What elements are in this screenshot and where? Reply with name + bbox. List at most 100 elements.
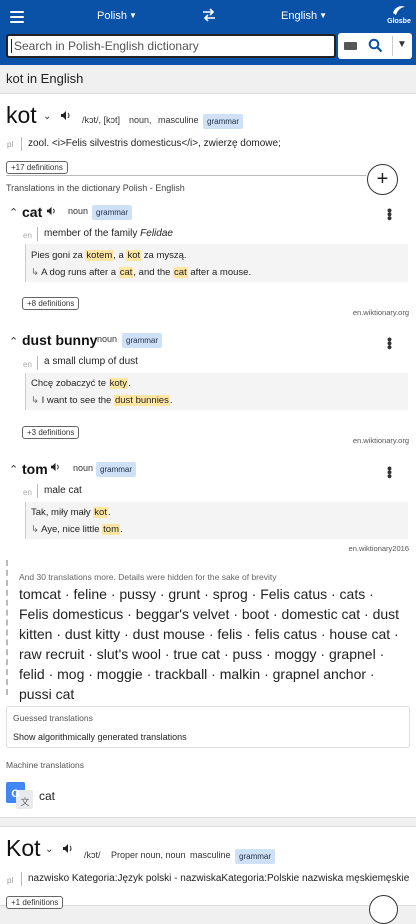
chevron-down-icon: ▼: [319, 11, 327, 20]
example-source-sentence: Pies goni za kotem, a kot za myszą.: [31, 250, 187, 261]
second-entry-card: Kot ⌄ /kɔt/ Proper noun, noun masculine …: [0, 826, 416, 924]
more-definitions-button[interactable]: +17 definitions: [6, 161, 68, 174]
example-translated-sentence: ↳ I want to see the dust bunnies.: [31, 395, 173, 406]
chevron-up-icon[interactable]: ⌃: [9, 463, 18, 476]
entry-definition: nazwisko Kategoria:Język polski - nazwis…: [28, 873, 410, 884]
translation-word[interactable]: cat: [22, 204, 42, 220]
reply-arrow-icon: ↳: [31, 524, 42, 535]
svg-text:文: 文: [20, 796, 29, 807]
source-link[interactable]: en.wiktionary2016: [349, 544, 409, 553]
divider: [6, 175, 366, 176]
main-entry-card: kot ⌄ /kɔt/, [kɔt] noun, masculine gramm…: [0, 93, 416, 818]
source-link[interactable]: en.wiktionary.org: [353, 308, 409, 317]
more-translations-list[interactable]: tomcat · feline · pussy · grunt · sprog …: [19, 584, 404, 704]
definition-text: member of the family: [44, 228, 141, 239]
chevron-up-icon[interactable]: ⌃: [9, 335, 18, 348]
more-definitions-button[interactable]: +3 definitions: [22, 426, 80, 439]
logo-icon: [393, 6, 405, 15]
translation-definition: male cat: [44, 485, 82, 496]
show-generated-translations-link[interactable]: Show algorithmically generated translati…: [13, 732, 187, 742]
speaker-icon[interactable]: [46, 206, 57, 216]
more-definitions-button[interactable]: +1 definitions: [6, 896, 64, 909]
target-language-select[interactable]: English ▼: [281, 10, 327, 22]
example-box: Tak, miły mały kot. ↳ Aye, nice little t…: [25, 502, 408, 539]
entry-word: Kot: [6, 835, 41, 861]
part-of-speech: noun,: [129, 115, 152, 125]
source-language-label: Polish: [97, 10, 127, 22]
divider: [21, 137, 22, 151]
speaker-icon[interactable]: [62, 843, 74, 854]
guessed-translations-title: Guessed translations: [13, 713, 93, 723]
grammar-badge[interactable]: grammar: [235, 849, 276, 864]
speaker-icon[interactable]: [50, 462, 61, 472]
swap-languages-icon[interactable]: [201, 7, 217, 23]
guessed-translations-box: Guessed translations Show algorithmicall…: [6, 706, 410, 748]
add-translation-button[interactable]: +: [367, 164, 398, 195]
chevron-down-icon[interactable]: ⌄: [43, 111, 51, 122]
pronunciation: /kɔt/, [kɔt]: [82, 115, 121, 125]
language-label: pl: [7, 876, 14, 885]
language-label: pl: [7, 140, 14, 149]
machine-translations-title: Machine translations: [6, 760, 84, 770]
reply-arrow-icon: ↳: [31, 395, 42, 406]
add-translation-button[interactable]: [369, 895, 398, 924]
example-box: Pies goni za kotem, a kot za myszą. ↳ A …: [25, 244, 408, 282]
language-label: en: [23, 231, 32, 240]
divider: [21, 872, 22, 886]
target-language-label: English: [281, 10, 318, 22]
language-label: en: [23, 360, 32, 369]
grammar-badge[interactable]: grammar: [92, 205, 133, 220]
part-of-speech: noun: [97, 334, 118, 344]
divider: [37, 356, 38, 370]
translation-word[interactable]: dust bunny: [22, 332, 97, 348]
more-options-icon[interactable]: •••: [382, 466, 398, 478]
google-translate-icon: G 文: [6, 782, 33, 809]
search-options-dropdown-icon[interactable]: ▼: [397, 39, 407, 50]
speaker-icon[interactable]: [60, 110, 72, 121]
more-options-icon[interactable]: •••: [382, 337, 398, 349]
page-title: kot in English: [6, 71, 84, 86]
logo-text: Glosbe: [387, 18, 411, 25]
more-translations-note: And 30 translations more. Details were h…: [19, 572, 277, 582]
translation-definition: member of the family Felidae: [44, 228, 173, 239]
keyboard-icon[interactable]: [344, 42, 357, 50]
translation-definition: a small clump of dust: [44, 356, 138, 367]
source-link[interactable]: en.wiktionary.org: [353, 436, 409, 445]
search-input[interactable]: Search in Polish-English dictionary: [6, 34, 336, 58]
more-definitions-button[interactable]: +8 definitions: [22, 297, 80, 310]
source-language-select[interactable]: Polish ▼: [97, 10, 137, 22]
reply-arrow-icon: ↳: [31, 267, 42, 278]
divider: [37, 227, 38, 241]
chevron-down-icon[interactable]: ⌄: [45, 844, 53, 855]
more-options-icon[interactable]: •••: [382, 208, 398, 220]
translations-section-title: Translations in the dictionary Polish - …: [6, 183, 185, 193]
chevron-up-icon[interactable]: ⌃: [9, 206, 18, 219]
entry-word: kot: [6, 102, 37, 128]
svg-text:G: G: [11, 788, 20, 800]
divider: [6, 560, 8, 695]
grammar-badge[interactable]: grammar: [96, 462, 137, 477]
part-of-speech: noun: [73, 463, 94, 473]
search-icon[interactable]: [368, 38, 383, 53]
part-of-speech: Proper noun, noun: [111, 850, 186, 860]
pronunciation: /kɔt/: [84, 850, 101, 860]
hamburger-menu-icon[interactable]: [10, 11, 24, 23]
entry-definition: zool. <i>Felis silvestris domesticus</i>…: [28, 138, 281, 149]
search-actions: ▼: [338, 33, 412, 59]
machine-translation-result[interactable]: cat: [39, 789, 55, 803]
divider: [37, 484, 38, 498]
example-translated-sentence: ↳ Aye, nice little tom.: [31, 524, 123, 535]
language-label: en: [23, 488, 32, 497]
translation-word[interactable]: tom: [22, 461, 48, 477]
definition-taxon: Felidae: [140, 228, 173, 239]
grammar-badge[interactable]: grammar: [203, 114, 244, 129]
example-source-sentence: Chcę zobaczyć te koty.: [31, 378, 131, 389]
grammar-badge[interactable]: grammar: [122, 333, 163, 348]
chevron-down-icon: ▼: [128, 11, 137, 20]
gender: masculine: [190, 850, 231, 860]
gender: masculine: [158, 115, 199, 125]
example-source-sentence: Tak, miły mały kot.: [31, 507, 111, 518]
glosbe-logo[interactable]: Glosbe: [387, 4, 411, 25]
example-box: Chcę zobaczyć te koty. ↳ I want to see t…: [25, 373, 408, 410]
divider: [392, 36, 393, 56]
